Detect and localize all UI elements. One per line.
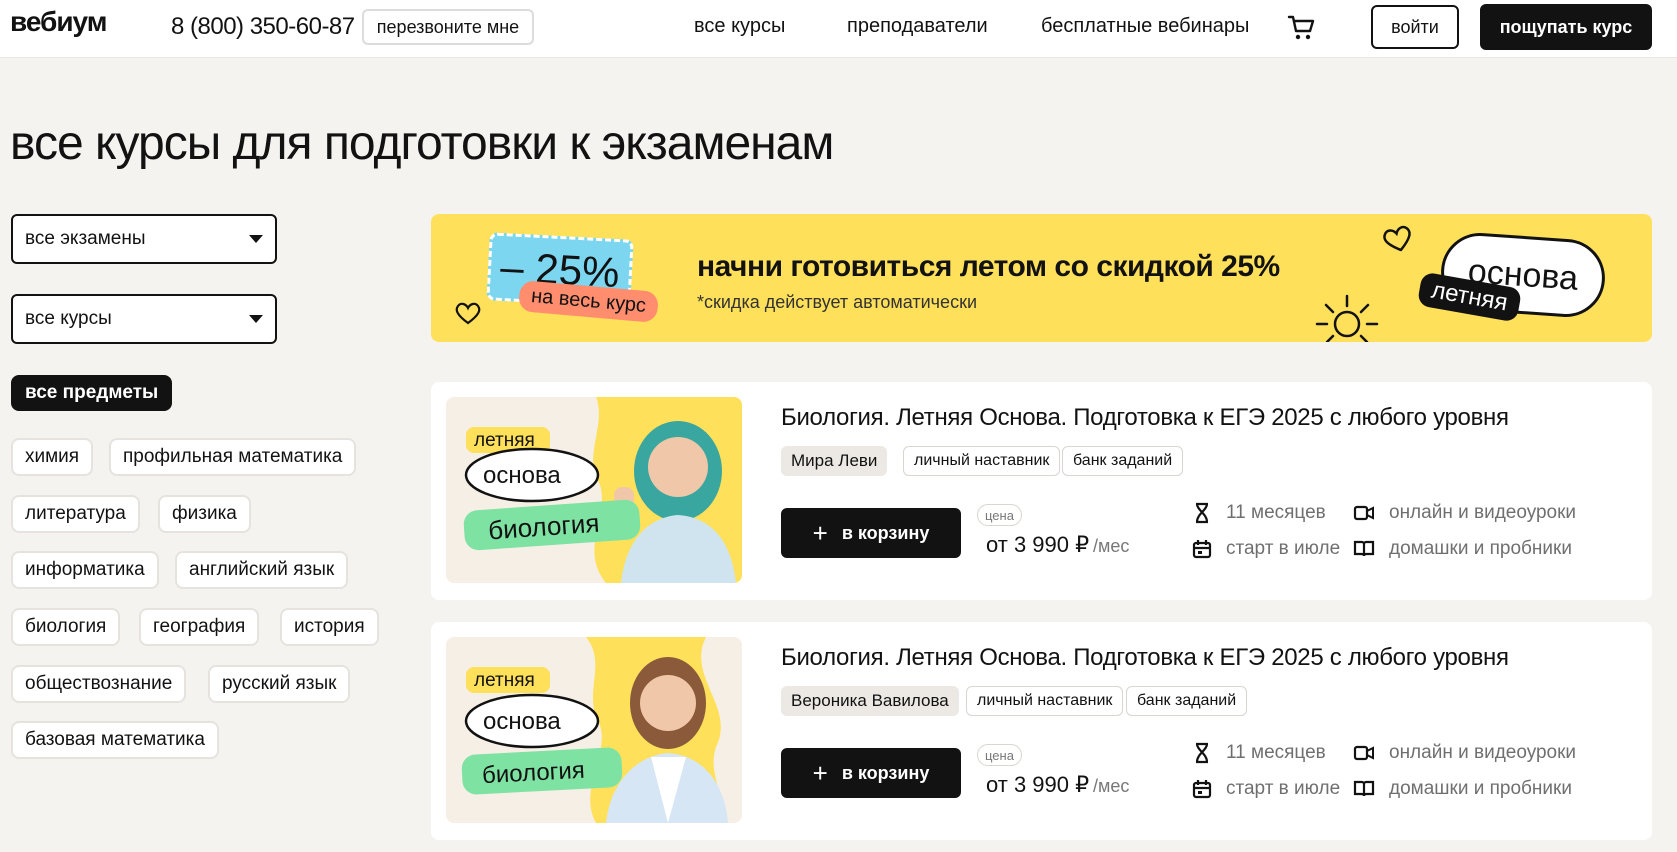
add-to-cart-label: в корзину	[841, 522, 930, 543]
course-title[interactable]: Биология. Летняя Основа. Подготовка к ЕГ…	[781, 404, 1509, 432]
feature-text: старт в июле	[1226, 778, 1341, 799]
subject-chip-russian[interactable]: русский язык	[208, 665, 351, 703]
course-tag: банк заданий	[1126, 686, 1248, 716]
feature-text: 11 месяцев	[1226, 502, 1326, 523]
course-tag: личный наставник	[966, 686, 1124, 716]
calendar-icon	[1192, 780, 1212, 799]
phone-number[interactable]: 8 (800) 350-60-87	[171, 13, 355, 41]
image-label-line2: основа	[483, 708, 561, 735]
exam-select[interactable]: все экзамены	[11, 214, 277, 264]
price-label: цена	[977, 744, 1022, 766]
subject-chip-geography[interactable]: география	[139, 608, 260, 646]
feature-format: онлайн и видеоуроки	[1353, 742, 1576, 764]
course-tag: личный наставник	[903, 446, 1061, 476]
image-label-line2: основа	[483, 462, 561, 489]
plus-icon: +	[812, 518, 828, 548]
feature-start: старт в июле	[1192, 538, 1340, 560]
sun-icon	[1315, 294, 1379, 342]
video-icon	[1353, 505, 1374, 521]
add-to-cart-button[interactable]: + в корзину	[781, 508, 961, 558]
feature-text: онлайн и видеоуроки	[1389, 742, 1577, 763]
cart-icon[interactable]	[1286, 12, 1316, 42]
chevron-down-icon	[249, 235, 263, 243]
course-card[interactable]: летняя основа биология Биология. Летняя …	[431, 382, 1652, 600]
nav-teachers[interactable]: преподаватели	[847, 15, 988, 38]
course-image[interactable]: летняя основа биология	[446, 397, 742, 583]
price-value: от 3 990 ₽	[986, 532, 1090, 557]
feature-duration: 11 месяцев	[1192, 742, 1326, 764]
feature-text: 11 месяцев	[1226, 742, 1326, 763]
price-unit: /мес	[1093, 536, 1130, 556]
heart-icon	[1383, 225, 1411, 252]
course-card[interactable]: летняя основа биология Биология. Летняя …	[431, 622, 1652, 840]
heart-icon	[455, 302, 481, 325]
feature-text: старт в июле	[1226, 538, 1341, 559]
feature-duration: 11 месяцев	[1192, 502, 1326, 524]
image-label-line1: летняя	[474, 430, 535, 451]
add-to-cart-button[interactable]: + в корзину	[781, 748, 961, 798]
promo-title: начни готовиться летом со скидкой 25%	[697, 250, 1280, 283]
course-select-value: все курсы	[25, 308, 112, 329]
promo-banner[interactable]: – 25% на весь курс начни готовиться лето…	[431, 214, 1652, 342]
callback-button[interactable]: перезвоните мне	[362, 9, 534, 45]
calendar-icon	[1192, 540, 1212, 559]
subject-chip-math-basic[interactable]: базовая математика	[11, 721, 219, 759]
hourglass-icon	[1195, 742, 1209, 764]
subject-chip-physics[interactable]: физика	[158, 495, 251, 533]
page-title: все курсы для подготовки к экзаменам	[10, 117, 834, 170]
teacher-chip[interactable]: Мира Леви	[781, 446, 888, 476]
feature-homework: домашки и пробники	[1353, 538, 1572, 560]
promo-subtitle: *скидка действует автоматически	[697, 292, 977, 312]
course-illustration: летняя основа биология	[461, 637, 728, 823]
subject-chip-social[interactable]: обществознание	[11, 665, 187, 703]
plus-icon: +	[812, 758, 828, 788]
feature-text: домашки и пробники	[1389, 778, 1572, 799]
course-tag: банк заданий	[1062, 446, 1184, 476]
subject-chip-all[interactable]: все предметы	[11, 375, 173, 411]
subject-chip-english[interactable]: английский язык	[175, 551, 349, 589]
subject-chip-informatics[interactable]: информатика	[11, 551, 159, 589]
add-to-cart-label: в корзину	[841, 762, 930, 783]
course-illustration: летняя основа биология	[463, 397, 742, 583]
course-select[interactable]: все курсы	[11, 294, 277, 344]
image-label-line1: летняя	[474, 670, 535, 691]
chevron-down-icon	[249, 315, 263, 323]
nav-free-webinars[interactable]: бесплатные вебинары	[1041, 15, 1249, 38]
feature-homework: домашки и пробники	[1353, 778, 1572, 800]
book-icon	[1353, 780, 1375, 797]
logo[interactable]: вебиум	[10, 6, 107, 38]
hourglass-icon	[1195, 502, 1209, 524]
image-label-line3: биология	[481, 757, 585, 789]
login-button[interactable]: войти	[1371, 5, 1459, 49]
price-value: от 3 990 ₽	[986, 772, 1090, 797]
feature-text: онлайн и видеоуроки	[1389, 502, 1577, 523]
subject-chip-literature[interactable]: литература	[11, 495, 140, 533]
subject-chip-history[interactable]: история	[280, 608, 379, 646]
subject-chip-chemistry[interactable]: химия	[11, 438, 94, 476]
discount-ticket-tag: на весь курс	[517, 279, 660, 324]
exam-select-value: все экзамены	[25, 228, 146, 249]
try-course-button[interactable]: пощупать курс	[1480, 4, 1652, 50]
site-header: вебиум 8 (800) 350-60-87 перезвоните мне…	[0, 0, 1677, 58]
course-title[interactable]: Биология. Летняя Основа. Подготовка к ЕГ…	[781, 644, 1509, 672]
feature-text: домашки и пробники	[1389, 538, 1572, 559]
video-icon	[1353, 745, 1374, 761]
price-unit: /мес	[1093, 776, 1130, 796]
teacher-chip[interactable]: Вероника Вавилова	[781, 686, 959, 716]
subject-chip-math-profile[interactable]: профильная математика	[109, 438, 357, 476]
price-label: цена	[977, 504, 1022, 526]
nav-all-courses[interactable]: все курсы	[694, 15, 785, 38]
course-image[interactable]: летняя основа биология	[446, 637, 742, 823]
feature-start: старт в июле	[1192, 778, 1340, 800]
book-icon	[1353, 540, 1375, 557]
subject-chip-biology[interactable]: биология	[11, 608, 121, 646]
feature-format: онлайн и видеоуроки	[1353, 502, 1576, 524]
